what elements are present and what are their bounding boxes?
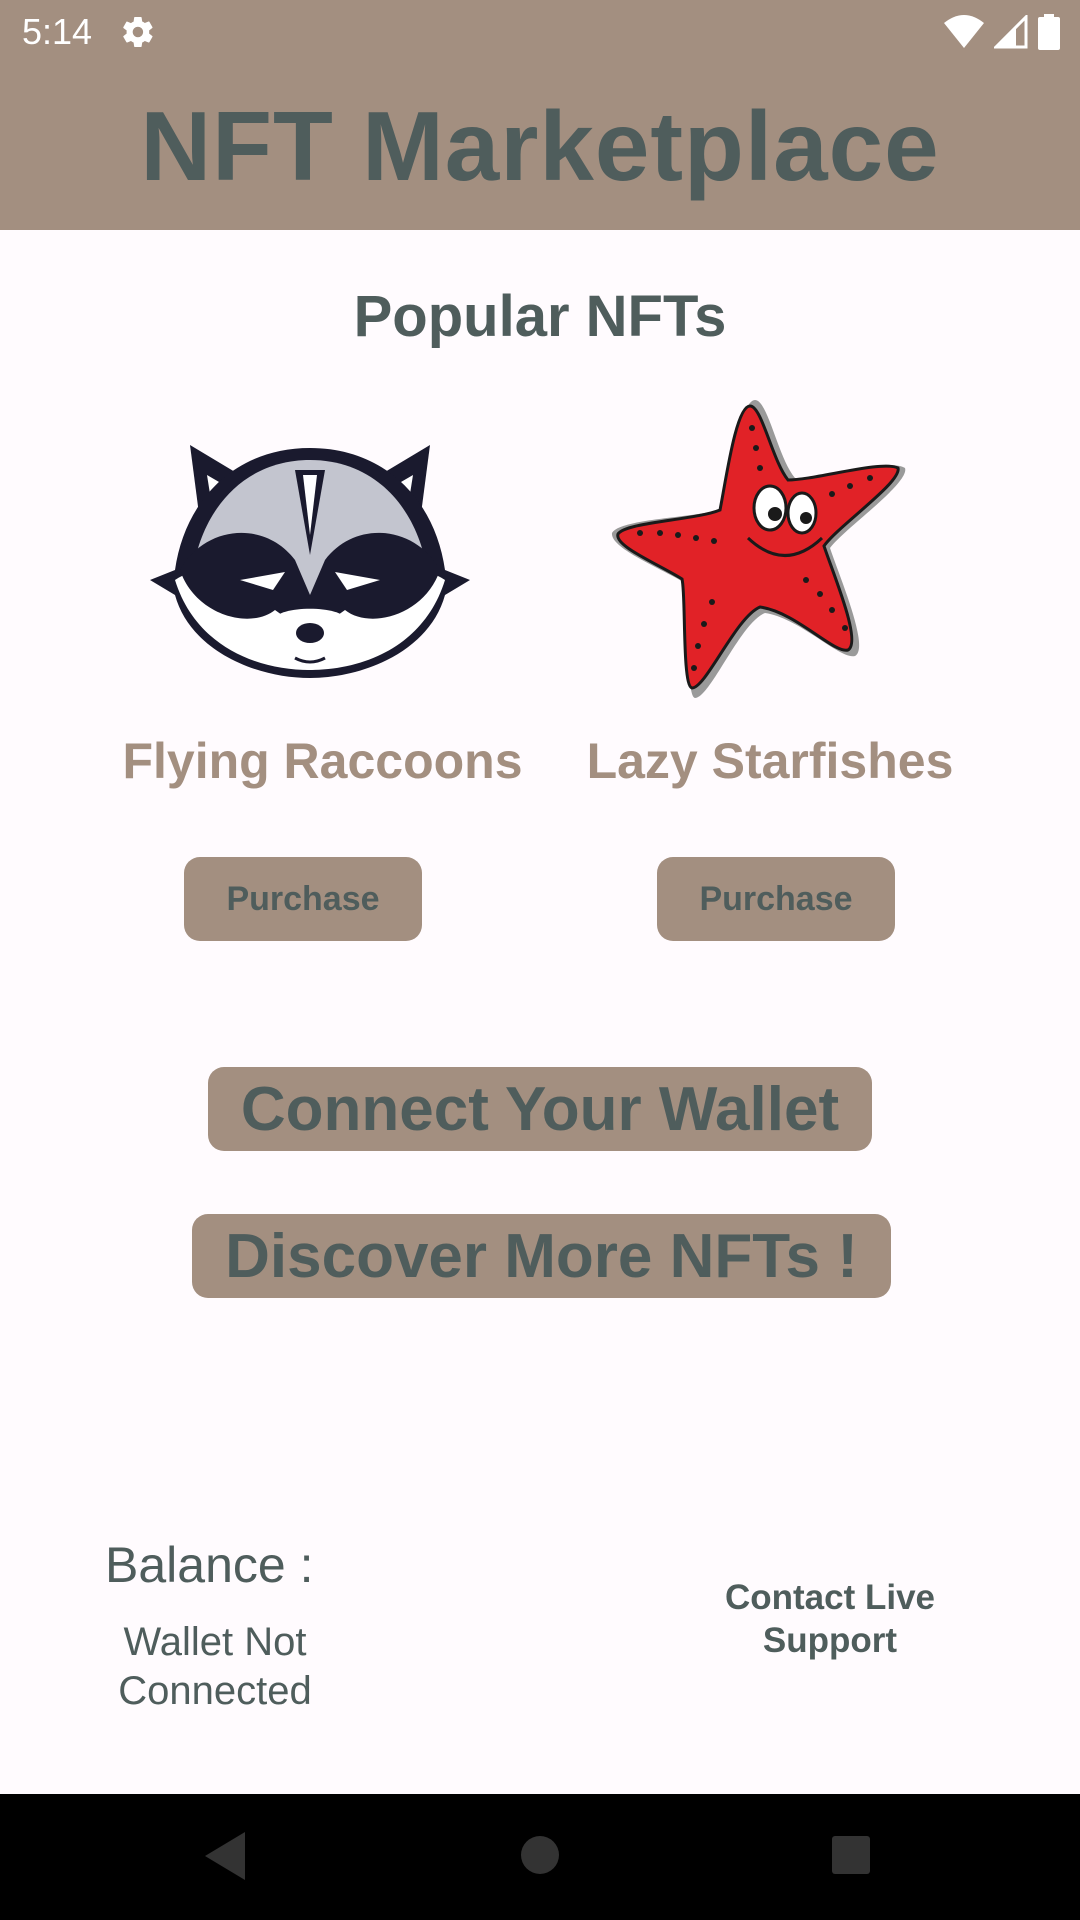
back-icon[interactable] bbox=[205, 1832, 245, 1880]
status-bar: 5:14 bbox=[0, 0, 1080, 63]
section-title: Popular NFTs bbox=[353, 284, 727, 349]
balance-value: Wallet Not Connected bbox=[118, 1620, 312, 1713]
contact-live-support-button[interactable]: Contact Live Support bbox=[700, 1576, 960, 1662]
starfish-icon bbox=[611, 400, 906, 698]
nav-bar bbox=[0, 1794, 1080, 1920]
signal-icon bbox=[994, 15, 1028, 49]
gear-icon bbox=[123, 16, 153, 48]
status-time: 5:14 bbox=[22, 11, 93, 52]
recents-icon[interactable] bbox=[832, 1836, 870, 1874]
app-bar: NFT Marketplace bbox=[0, 63, 1080, 230]
nft-name-lazy-starfishes: Lazy Starfishes bbox=[586, 733, 954, 789]
battery-icon bbox=[1038, 14, 1060, 50]
wifi-icon bbox=[944, 15, 984, 48]
connect-wallet-button[interactable]: Connect Your Wallet bbox=[208, 1067, 872, 1151]
status-icons bbox=[944, 12, 1060, 52]
purchase-button-lazy-starfishes[interactable]: Purchase bbox=[657, 857, 895, 941]
nft-name-flying-raccoons: Flying Raccoons bbox=[122, 733, 523, 789]
discover-more-button[interactable]: Discover More NFTs ! bbox=[192, 1214, 891, 1298]
balance-label: Balance : bbox=[105, 1537, 314, 1593]
raccoon-icon bbox=[150, 445, 470, 678]
home-icon[interactable] bbox=[521, 1836, 559, 1874]
app-title: NFT Marketplace bbox=[140, 91, 940, 201]
purchase-button-flying-raccoons[interactable]: Purchase bbox=[184, 857, 422, 941]
